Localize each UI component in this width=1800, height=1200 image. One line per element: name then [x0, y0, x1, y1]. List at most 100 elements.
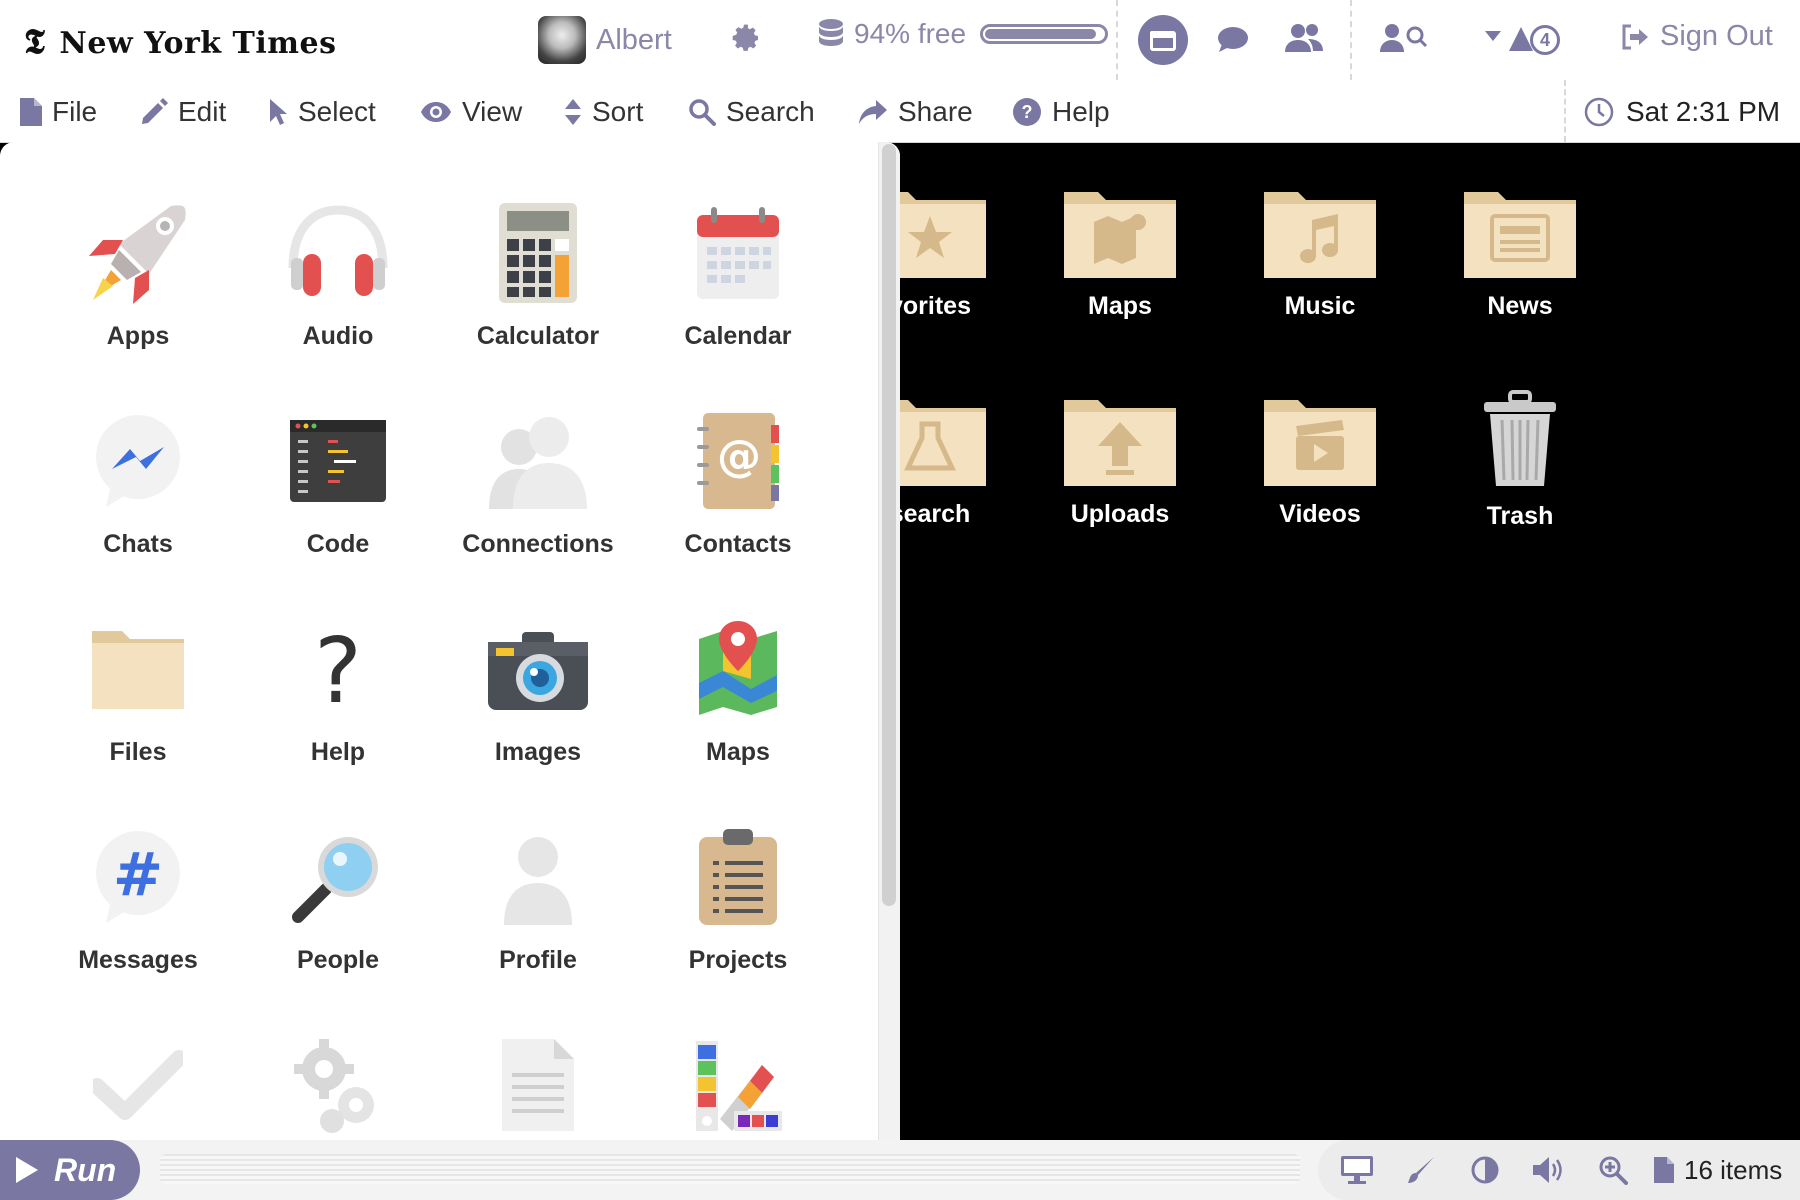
desktop-label: Trash [1486, 502, 1554, 530]
app-images[interactable]: Images [438, 614, 638, 767]
app-profile[interactable]: Profile [438, 822, 638, 975]
news-folder-icon [1464, 192, 1576, 278]
app-people[interactable]: People [238, 822, 438, 975]
app-files[interactable]: Files [38, 614, 238, 767]
app-documents[interactable] [438, 1030, 638, 1140]
app-label: Connections [462, 530, 614, 558]
map-folder-icon [1064, 192, 1176, 278]
app-contacts[interactable]: @ Contacts [638, 406, 838, 559]
run-button[interactable]: Run [0, 1140, 140, 1200]
menu-help-label: Help [1052, 96, 1110, 127]
desktop-folder-music[interactable]: Music [1220, 186, 1420, 321]
menu-view-label: View [462, 96, 523, 127]
chat-bubble-icon[interactable] [1216, 24, 1250, 54]
window-icon[interactable] [1138, 15, 1188, 65]
question-mark-icon: ? [314, 624, 362, 714]
calculator-icon [499, 203, 577, 303]
sign-out-button[interactable]: Sign Out [1620, 20, 1773, 53]
volume-icon[interactable] [1524, 1150, 1574, 1190]
color-palette-icon [696, 1041, 782, 1131]
clipboard-list-icon [699, 829, 777, 925]
run-label: Run [54, 1151, 117, 1188]
desktop-folder-maps[interactable]: Maps [1020, 186, 1220, 321]
app-label: Chats [103, 530, 173, 558]
menu-share[interactable]: Share [858, 96, 973, 128]
app-label: Apps [106, 322, 170, 350]
app-maps[interactable]: Maps [638, 614, 838, 767]
menu-help[interactable]: ? Help [1012, 96, 1110, 128]
camera-icon [488, 632, 588, 710]
pencil-icon [142, 98, 168, 124]
search-icon [689, 99, 716, 126]
desktop-label: News [1487, 292, 1553, 320]
app-label: Files [109, 738, 167, 766]
app-help[interactable]: ? Help [238, 614, 438, 767]
app-label: People [297, 946, 379, 974]
storage-bar [980, 24, 1109, 44]
menu-edit[interactable]: Edit [140, 96, 226, 128]
app-connections[interactable]: Connections [438, 406, 638, 559]
launcher-scrollbar-thumb[interactable] [882, 144, 896, 906]
menu-view[interactable]: View [420, 96, 522, 128]
user-search-icon[interactable] [1380, 22, 1428, 54]
contrast-icon[interactable] [1460, 1150, 1510, 1190]
menu-share-label: Share [898, 96, 973, 127]
app-label: Calculator [476, 322, 600, 350]
menu-select[interactable]: Select [268, 96, 376, 128]
desktop-folder-uploads[interactable]: Uploads [1020, 394, 1220, 529]
menu-search[interactable]: Search [688, 96, 815, 128]
app-themes[interactable] [638, 1030, 838, 1140]
storage-indicator[interactable]: 94% free [818, 18, 1109, 50]
app-calendar[interactable]: Calendar [638, 198, 838, 351]
paintbrush-icon[interactable] [1396, 1150, 1446, 1190]
app-tasks[interactable] [38, 1030, 238, 1140]
app-label: Audio [302, 322, 374, 350]
top-bar: 𝕿 New York Times Albert 94% free 4 Sign O… [0, 0, 1800, 80]
menu-sort[interactable]: Sort [564, 96, 643, 128]
app-audio[interactable]: Audio [238, 198, 438, 351]
checkmark-icon [93, 1050, 183, 1120]
connections-people-icon [489, 417, 587, 509]
app-code[interactable]: Code [238, 406, 438, 559]
sign-out-icon [1622, 24, 1648, 49]
app-label: Code [306, 530, 370, 558]
user-name: Albert [596, 23, 672, 56]
desktop-monitor-icon[interactable] [1332, 1150, 1382, 1190]
sort-icon [565, 99, 581, 125]
divider [1564, 80, 1566, 142]
app-apps[interactable]: Apps [38, 198, 238, 351]
app-label: Images [494, 738, 582, 766]
notification-badge[interactable]: 4 [1530, 25, 1560, 55]
desktop-folder-news[interactable]: News [1420, 186, 1620, 321]
users-icon[interactable] [1284, 22, 1324, 54]
menu-edit-label: Edit [178, 96, 227, 127]
app-calculator[interactable]: Calculator [438, 198, 638, 351]
zoom-in-icon[interactable] [1588, 1150, 1638, 1190]
video-folder-icon [1264, 400, 1376, 486]
desktop-folder-videos[interactable]: Videos [1220, 394, 1420, 529]
app-messages[interactable]: # Messages [38, 822, 238, 975]
system-tray: 16 items [1318, 1140, 1800, 1200]
menu-file[interactable]: File [20, 96, 97, 128]
desktop-label: Maps [1088, 292, 1152, 320]
user-menu[interactable]: Albert [538, 16, 672, 64]
document-icon [502, 1039, 574, 1131]
app-label: Calendar [684, 322, 792, 350]
eye-icon [421, 102, 451, 122]
app-projects[interactable]: Projects [638, 822, 838, 975]
app-logo[interactable]: 𝕿 New York Times [24, 22, 336, 62]
clock[interactable]: Sat 2:31 PM [1584, 96, 1780, 128]
hashtag-bubble-icon: # [96, 831, 180, 923]
desktop-label: Music [1284, 292, 1356, 320]
divider [1116, 0, 1118, 80]
svg-text:?: ? [314, 624, 362, 714]
app-settings[interactable] [238, 1030, 438, 1140]
profile-person-icon [504, 837, 572, 925]
caret-down-icon[interactable] [1484, 30, 1502, 42]
share-icon [859, 100, 887, 124]
taskbar-strip[interactable] [160, 1154, 1300, 1184]
menu-file-label: File [52, 96, 98, 127]
app-chats[interactable]: Chats [38, 406, 238, 559]
settings-gear-icon[interactable] [730, 22, 762, 59]
desktop-trash[interactable]: Trash [1420, 388, 1620, 531]
